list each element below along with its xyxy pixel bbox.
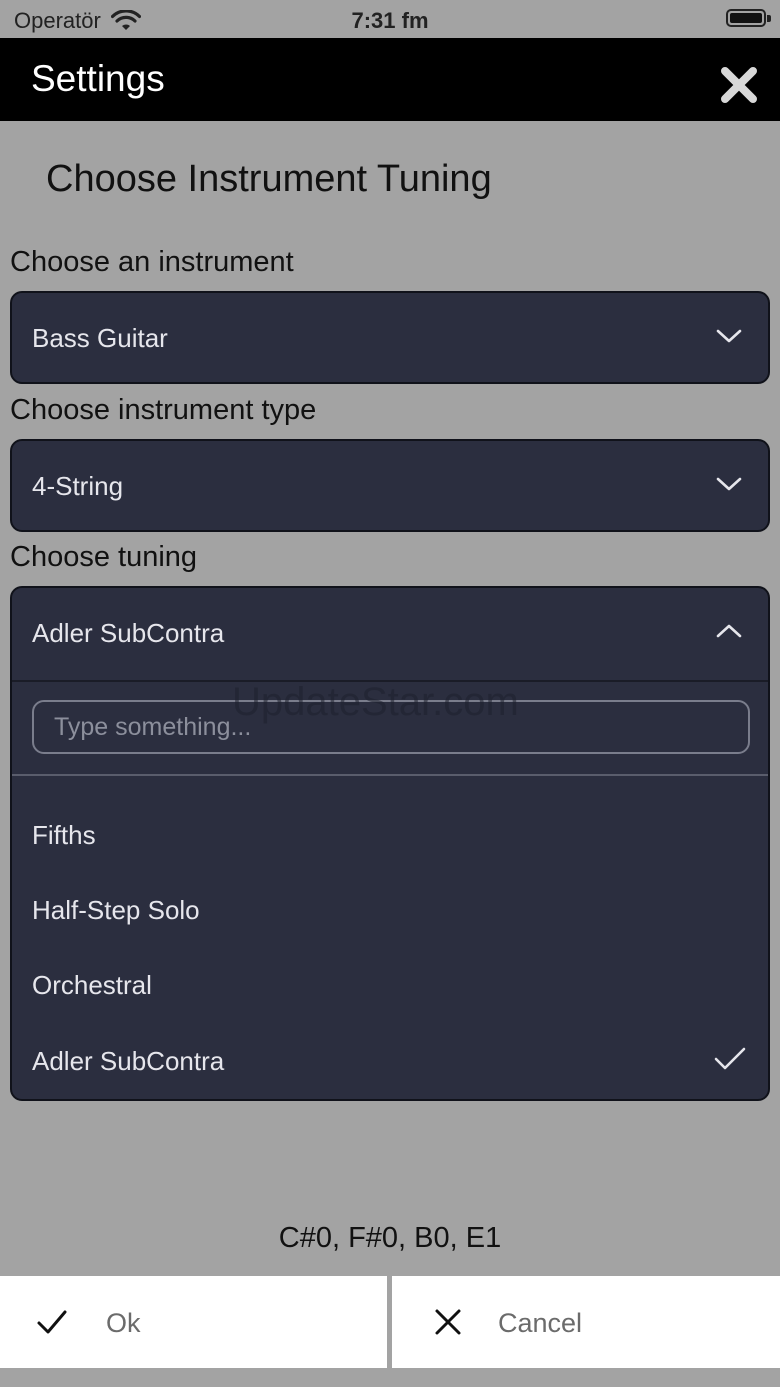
- chevron-down-icon: [716, 477, 742, 491]
- status-bar: Operatör 7:31 fm: [0, 0, 780, 38]
- instrument-value: Bass Guitar: [32, 323, 168, 353]
- ok-button[interactable]: Ok: [0, 1276, 387, 1368]
- tuning-notes: C#0, F#0, B0, E1: [278, 1222, 502, 1254]
- ok-label: Ok: [106, 1308, 141, 1338]
- tuning-option-half-step-solo[interactable]: Half-Step Solo: [12, 873, 768, 948]
- option-label: Fifths: [32, 820, 96, 850]
- option-label: Half-Step Solo: [32, 895, 200, 925]
- close-icon: [435, 1309, 461, 1335]
- page-title: Settings: [31, 58, 165, 99]
- tuning-select[interactable]: Adler SubContra: [12, 588, 768, 682]
- chevron-down-icon: [716, 329, 742, 343]
- instrument-type-select[interactable]: 4-String: [10, 439, 770, 532]
- option-label: Orchestral: [32, 970, 152, 1000]
- instrument-type-label: Choose instrument type: [10, 394, 317, 426]
- bottom-strip: [0, 1368, 780, 1387]
- tuning-search-wrap: [12, 682, 768, 776]
- status-time: 7:31 fm: [351, 8, 429, 33]
- action-bar: Ok Cancel: [0, 1276, 780, 1368]
- option-label: Adler SubContra: [32, 1046, 225, 1076]
- check-icon: [714, 1047, 746, 1070]
- tuning-dropdown: Adler SubContra UpdateStar.com Fifths Ha…: [10, 586, 770, 1101]
- section-heading: Choose Instrument Tuning: [46, 158, 492, 200]
- app-header: Settings: [0, 38, 780, 121]
- tuning-search-input[interactable]: [32, 700, 750, 754]
- tuning-option-adler-subcontra[interactable]: Adler SubContra: [12, 1024, 768, 1099]
- chevron-up-icon: [716, 624, 742, 638]
- tuning-option-orchestral[interactable]: Orchestral: [12, 948, 768, 1023]
- cancel-button[interactable]: Cancel: [392, 1276, 780, 1368]
- battery-tip: [767, 15, 771, 22]
- tuning-option-fifths[interactable]: Fifths: [12, 798, 768, 873]
- close-icon[interactable]: [720, 66, 758, 104]
- instrument-label: Choose an instrument: [10, 246, 294, 278]
- battery-icon: [726, 9, 766, 27]
- tuning-label: Choose tuning: [10, 541, 198, 573]
- instrument-select[interactable]: Bass Guitar: [10, 291, 770, 384]
- check-icon: [37, 1310, 67, 1334]
- tuning-value: Adler SubContra: [32, 618, 225, 648]
- cancel-label: Cancel: [498, 1308, 583, 1338]
- instrument-type-value: 4-String: [32, 471, 124, 501]
